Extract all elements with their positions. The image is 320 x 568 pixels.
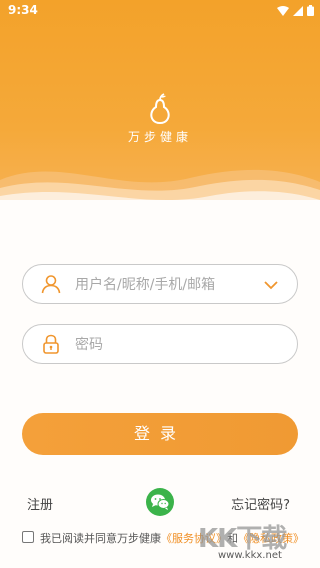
username-input[interactable] — [75, 274, 255, 296]
username-field[interactable] — [22, 264, 298, 304]
wechat-icon — [151, 494, 170, 510]
agreement-prefix: 我已阅读并同意万步健康 — [40, 532, 161, 545]
login-button[interactable]: 登录 — [22, 413, 298, 455]
status-bar: 9:34 — [0, 0, 320, 22]
watermark: KK下载 www.kkx.net — [198, 518, 318, 568]
battery-icon — [307, 5, 314, 16]
password-field[interactable] — [22, 324, 298, 364]
pear-logo-icon — [150, 93, 170, 124]
header-banner: 9:34 万步健康 — [0, 0, 320, 215]
status-icons — [277, 5, 314, 16]
watermark-url: www.kkx.net — [218, 550, 282, 561]
wifi-icon — [277, 5, 289, 16]
lock-icon — [43, 334, 59, 354]
chevron-down-icon[interactable] — [263, 277, 279, 293]
user-icon — [41, 275, 61, 294]
agreement-checkbox[interactable] — [22, 531, 34, 543]
password-input[interactable] — [75, 334, 255, 356]
status-time: 9:34 — [8, 3, 38, 17]
wechat-login-button[interactable] — [146, 488, 174, 516]
app-name: 万步健康 — [127, 130, 192, 144]
register-link[interactable]: 注册 — [27, 494, 53, 513]
signal-icon — [293, 5, 303, 16]
forgot-password-link[interactable]: 忘记密码? — [231, 494, 290, 513]
